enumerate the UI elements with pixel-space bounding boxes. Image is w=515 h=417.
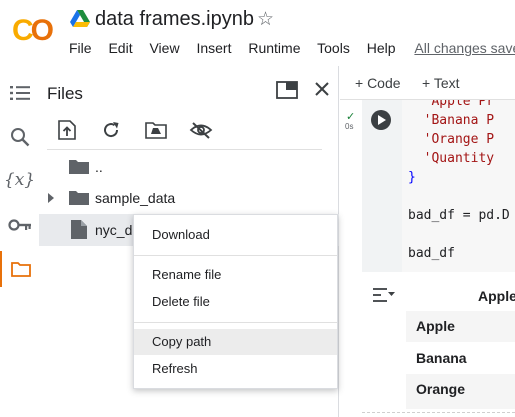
star-icon[interactable]: ☆ <box>257 8 274 31</box>
tree-label-sample-data: sample_data <box>95 190 176 206</box>
file-context-menu: Download Rename file Delete file Copy pa… <box>133 214 338 389</box>
add-text-button[interactable]: + Text <box>422 75 460 91</box>
code-line: 'Apple Pr <box>408 100 495 109</box>
output-gutter <box>362 272 402 417</box>
google-drive-icon[interactable] <box>70 10 90 28</box>
tree-row-parent[interactable]: .. <box>39 151 339 183</box>
mount-drive-icon[interactable] <box>144 118 168 142</box>
notebook-title[interactable]: data frames.ipynb <box>95 8 254 31</box>
menu-edit[interactable]: Edit <box>108 40 132 56</box>
logo-letter-o: O <box>30 14 54 47</box>
notebook-toolbar: + Code + Text <box>340 66 515 100</box>
cell-gutter: ✓ 0s <box>340 100 362 417</box>
colab-logo[interactable]: CO <box>12 14 54 48</box>
menu-help[interactable]: Help <box>367 40 396 56</box>
hide-files-icon[interactable] <box>189 118 213 142</box>
variables-icon[interactable]: {x} <box>0 162 39 198</box>
tree-label-parent: .. <box>95 159 103 175</box>
menu-item-rename-file[interactable]: Rename file <box>134 262 337 288</box>
table-of-contents-icon[interactable] <box>0 75 39 111</box>
close-panel-icon[interactable] <box>312 79 332 99</box>
code-editor[interactable]: 'Apple Pr 'Banana P 'Orange P 'Quantity … <box>402 100 515 272</box>
dataframe-column-header: Apple <box>478 288 515 304</box>
save-status-link[interactable]: All changes saved <box>414 40 515 56</box>
refresh-icon[interactable] <box>99 118 123 142</box>
code-line: bad_df <box>408 246 455 261</box>
maximize-panel-icon[interactable] <box>276 81 298 99</box>
expand-arrow-icon[interactable] <box>48 193 54 203</box>
colab-window: CO data frames.ipynb ☆ File Edit View In… <box>0 0 515 417</box>
dataframe-row-orange: Orange <box>406 374 515 405</box>
menu-tools[interactable]: Tools <box>317 40 350 56</box>
files-panel-title: Files <box>47 84 83 103</box>
output-actions-icon[interactable] <box>372 286 396 304</box>
code-line: 'Banana P <box>408 113 495 128</box>
files-toolbar <box>47 118 322 150</box>
logo-letter-c: C <box>12 14 34 47</box>
menu-item-download[interactable]: Download <box>134 222 337 248</box>
menu-item-refresh[interactable]: Refresh <box>134 356 337 382</box>
run-cell-icon[interactable] <box>371 110 391 130</box>
folder-icon <box>69 191 89 205</box>
execution-time: 0s <box>345 122 354 131</box>
upload-icon[interactable] <box>55 118 79 142</box>
menu-item-copy-path[interactable]: Copy path <box>134 329 337 355</box>
menu-separator <box>134 255 337 256</box>
cell-divider <box>362 412 515 413</box>
menu-file[interactable]: File <box>69 40 92 56</box>
menu-view[interactable]: View <box>149 40 179 56</box>
app-header: CO data frames.ipynb ☆ File Edit View In… <box>0 0 515 66</box>
secrets-key-icon[interactable] <box>0 207 39 243</box>
add-code-button[interactable]: + Code <box>355 75 401 91</box>
folder-icon <box>69 160 89 174</box>
code-line: bad_df = pd.D <box>408 208 510 223</box>
tree-row-sample-data[interactable]: sample_data <box>39 182 339 214</box>
dataframe-row-apple: Apple <box>406 311 515 342</box>
left-rail: {x} <box>0 66 39 417</box>
dataframe-row-banana: Banana <box>416 350 467 366</box>
cell-run-area <box>362 100 402 272</box>
code-line: } <box>408 170 416 185</box>
menu-runtime[interactable]: Runtime <box>248 40 300 56</box>
menu-bar: File Edit View Insert Runtime Tools Help… <box>69 40 515 56</box>
code-line: 'Orange P <box>408 132 495 147</box>
files-folder-icon[interactable] <box>0 251 39 287</box>
file-icon <box>71 220 87 239</box>
code-line: 'Quantity <box>408 151 495 166</box>
menu-separator <box>134 322 337 323</box>
search-icon[interactable] <box>0 119 39 155</box>
menu-item-delete-file[interactable]: Delete file <box>134 289 337 315</box>
menu-insert[interactable]: Insert <box>196 40 231 56</box>
